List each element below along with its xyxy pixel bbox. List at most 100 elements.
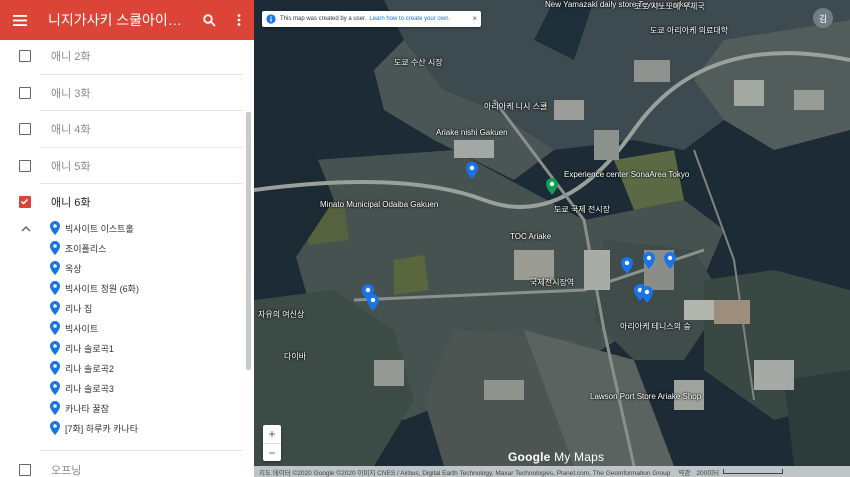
layer-label: 애니 6화: [51, 197, 91, 209]
place-item[interactable]: 리나 집: [50, 298, 240, 318]
place-marker-icon: [50, 241, 60, 255]
layer-label: 오프닝: [51, 465, 82, 477]
map-marker-icon[interactable]: [641, 286, 653, 303]
place-marker-icon: [50, 281, 60, 295]
place-item[interactable]: 리나 솔로곡1: [50, 338, 240, 358]
map-label: TOC Ariake: [510, 232, 552, 241]
place-label: 조이폴리스: [65, 243, 107, 254]
map-label: 도쿄 국제 전시장: [554, 205, 610, 214]
place-marker-icon: [50, 261, 60, 275]
header-bar: 니지가사키 스쿨아이돌 ...: [0, 0, 254, 40]
map-marker-icon[interactable]: [643, 252, 655, 269]
place-label: 빅사이트 이스트홀: [65, 223, 134, 234]
layer-list: 애니 2화 애니 3화 애니 4화 애니 5화 애니 6화 빅사이트 이스트홀조…: [0, 40, 254, 477]
layer-item[interactable]: 애니 2화: [0, 38, 244, 74]
layer-item-active[interactable]: 애니 6화: [0, 184, 244, 220]
map-label: 코토 시노노메 우체국: [634, 2, 705, 11]
place-item[interactable]: 빅사이트: [50, 318, 240, 338]
layer-label: 애니 4화: [51, 124, 91, 136]
place-marker-icon: [50, 341, 60, 355]
close-notice-button[interactable]: ×: [472, 14, 477, 23]
place-item[interactable]: 리나 솔로곡2: [50, 358, 240, 378]
place-label: 빅사이트: [65, 323, 99, 334]
map-title[interactable]: 니지가사키 스쿨아이돌 ...: [40, 10, 194, 30]
map-label: Minato Municipal Odaiba Gakuen: [320, 200, 439, 209]
place-marker-icon: [50, 421, 60, 435]
place-label: 리나 집: [65, 303, 93, 314]
layer-checkbox[interactable]: [19, 464, 31, 476]
layer-checkbox-checked[interactable]: [19, 196, 31, 208]
avatar[interactable]: 김: [813, 8, 833, 28]
more-options-button[interactable]: [224, 0, 254, 40]
layer-item[interactable]: 애니 4화: [0, 111, 244, 147]
place-item[interactable]: [7화] 하루카 카나타: [50, 418, 240, 438]
check-icon: [20, 198, 29, 205]
map-marker-icon[interactable]: [621, 257, 633, 274]
satellite-imagery: [254, 0, 850, 477]
map-label: 국제전시장역: [530, 278, 575, 287]
notice-text: This map was created by a user.: [280, 16, 367, 22]
map-label: 도쿄 수산 시장: [394, 58, 443, 67]
more-vert-icon: [237, 14, 241, 26]
layer-label: 애니 5화: [51, 161, 91, 173]
map-label: Experience center SonaArea Tokyo: [564, 170, 690, 179]
terms-link[interactable]: 약관: [678, 467, 690, 477]
map-label: 아리아케 니시 스쿨: [484, 102, 548, 111]
place-item[interactable]: 옥상: [50, 258, 240, 278]
satellite-map[interactable]: New Yamazaki daily store Toyosu market 도…: [254, 0, 850, 477]
zoom-control: + −: [263, 425, 281, 461]
place-label: 옥상: [65, 263, 82, 274]
info-icon: [266, 14, 276, 24]
layer-checkbox[interactable]: [19, 50, 31, 62]
google-my-maps-logo: Google My Maps: [508, 450, 604, 464]
hamburger-icon: [13, 14, 27, 26]
layer-item[interactable]: 오프닝: [0, 452, 244, 477]
layer-checkbox[interactable]: [19, 123, 31, 135]
place-marker-icon: [50, 381, 60, 395]
place-item[interactable]: 리나 솔로곡3: [50, 378, 240, 398]
layer-checkbox[interactable]: [19, 160, 31, 172]
layer-label: 애니 3화: [51, 88, 91, 100]
place-label: 리나 솔로곡3: [65, 383, 114, 394]
place-item[interactable]: 빅사이트 이스트홀: [50, 218, 240, 238]
zoom-out-button[interactable]: −: [263, 443, 281, 461]
menu-button[interactable]: [0, 0, 40, 40]
map-marker-green-icon[interactable]: [546, 178, 558, 195]
collapse-chevron-icon[interactable]: [20, 224, 32, 234]
brand-google: Google: [508, 450, 551, 464]
map-marker-icon[interactable]: [367, 294, 379, 311]
place-label: [7화] 하루카 카나타: [65, 423, 138, 434]
layer-item[interactable]: 애니 5화: [0, 148, 244, 184]
map-marker-icon[interactable]: [664, 252, 676, 269]
map-label: 자유의 여신상: [258, 310, 305, 319]
scale-bar: [723, 469, 784, 474]
scale-label: 200미터: [696, 469, 720, 477]
place-marker-icon: [50, 221, 60, 235]
place-label: 카나타 꿀잠: [65, 403, 109, 414]
layer-checkbox[interactable]: [19, 87, 31, 99]
place-item[interactable]: 빅사이트 정원 (6화): [50, 278, 240, 298]
layer-item[interactable]: 애니 3화: [0, 75, 244, 111]
map-label: 다이바: [284, 352, 307, 361]
map-label: 도쿄 아리아케 의료대학: [650, 26, 729, 35]
search-button[interactable]: [194, 0, 224, 40]
map-label: Ariake nishi Gakuen: [436, 128, 508, 137]
learn-more-link[interactable]: Learn how to create your own.: [369, 16, 450, 22]
zoom-in-button[interactable]: +: [263, 425, 281, 443]
search-icon: [202, 13, 216, 27]
map-attribution: 지도 데이터 ©2020 Google ©2020 이미지 CNES / Air…: [254, 466, 850, 477]
place-marker-icon: [50, 401, 60, 415]
divider: [40, 450, 243, 451]
place-item[interactable]: 조이폴리스: [50, 238, 240, 258]
attribution-text: 지도 데이터 ©2020 Google ©2020 이미지 CNES / Air…: [259, 469, 671, 477]
place-label: 리나 솔로곡2: [65, 363, 114, 374]
place-item[interactable]: 카나타 꿀잠: [50, 398, 240, 418]
user-map-notice: This map was created by a user. Learn ho…: [262, 11, 481, 27]
place-marker-icon: [50, 321, 60, 335]
place-label: 리나 솔로곡1: [65, 343, 114, 354]
map-label: Lawson Port Store Ariake Shop: [590, 392, 702, 401]
layer-label: 애니 2화: [51, 51, 91, 63]
place-label: 빅사이트 정원 (6화): [65, 283, 139, 294]
sidebar-scrollbar[interactable]: [246, 112, 251, 370]
map-marker-icon[interactable]: [466, 162, 478, 179]
